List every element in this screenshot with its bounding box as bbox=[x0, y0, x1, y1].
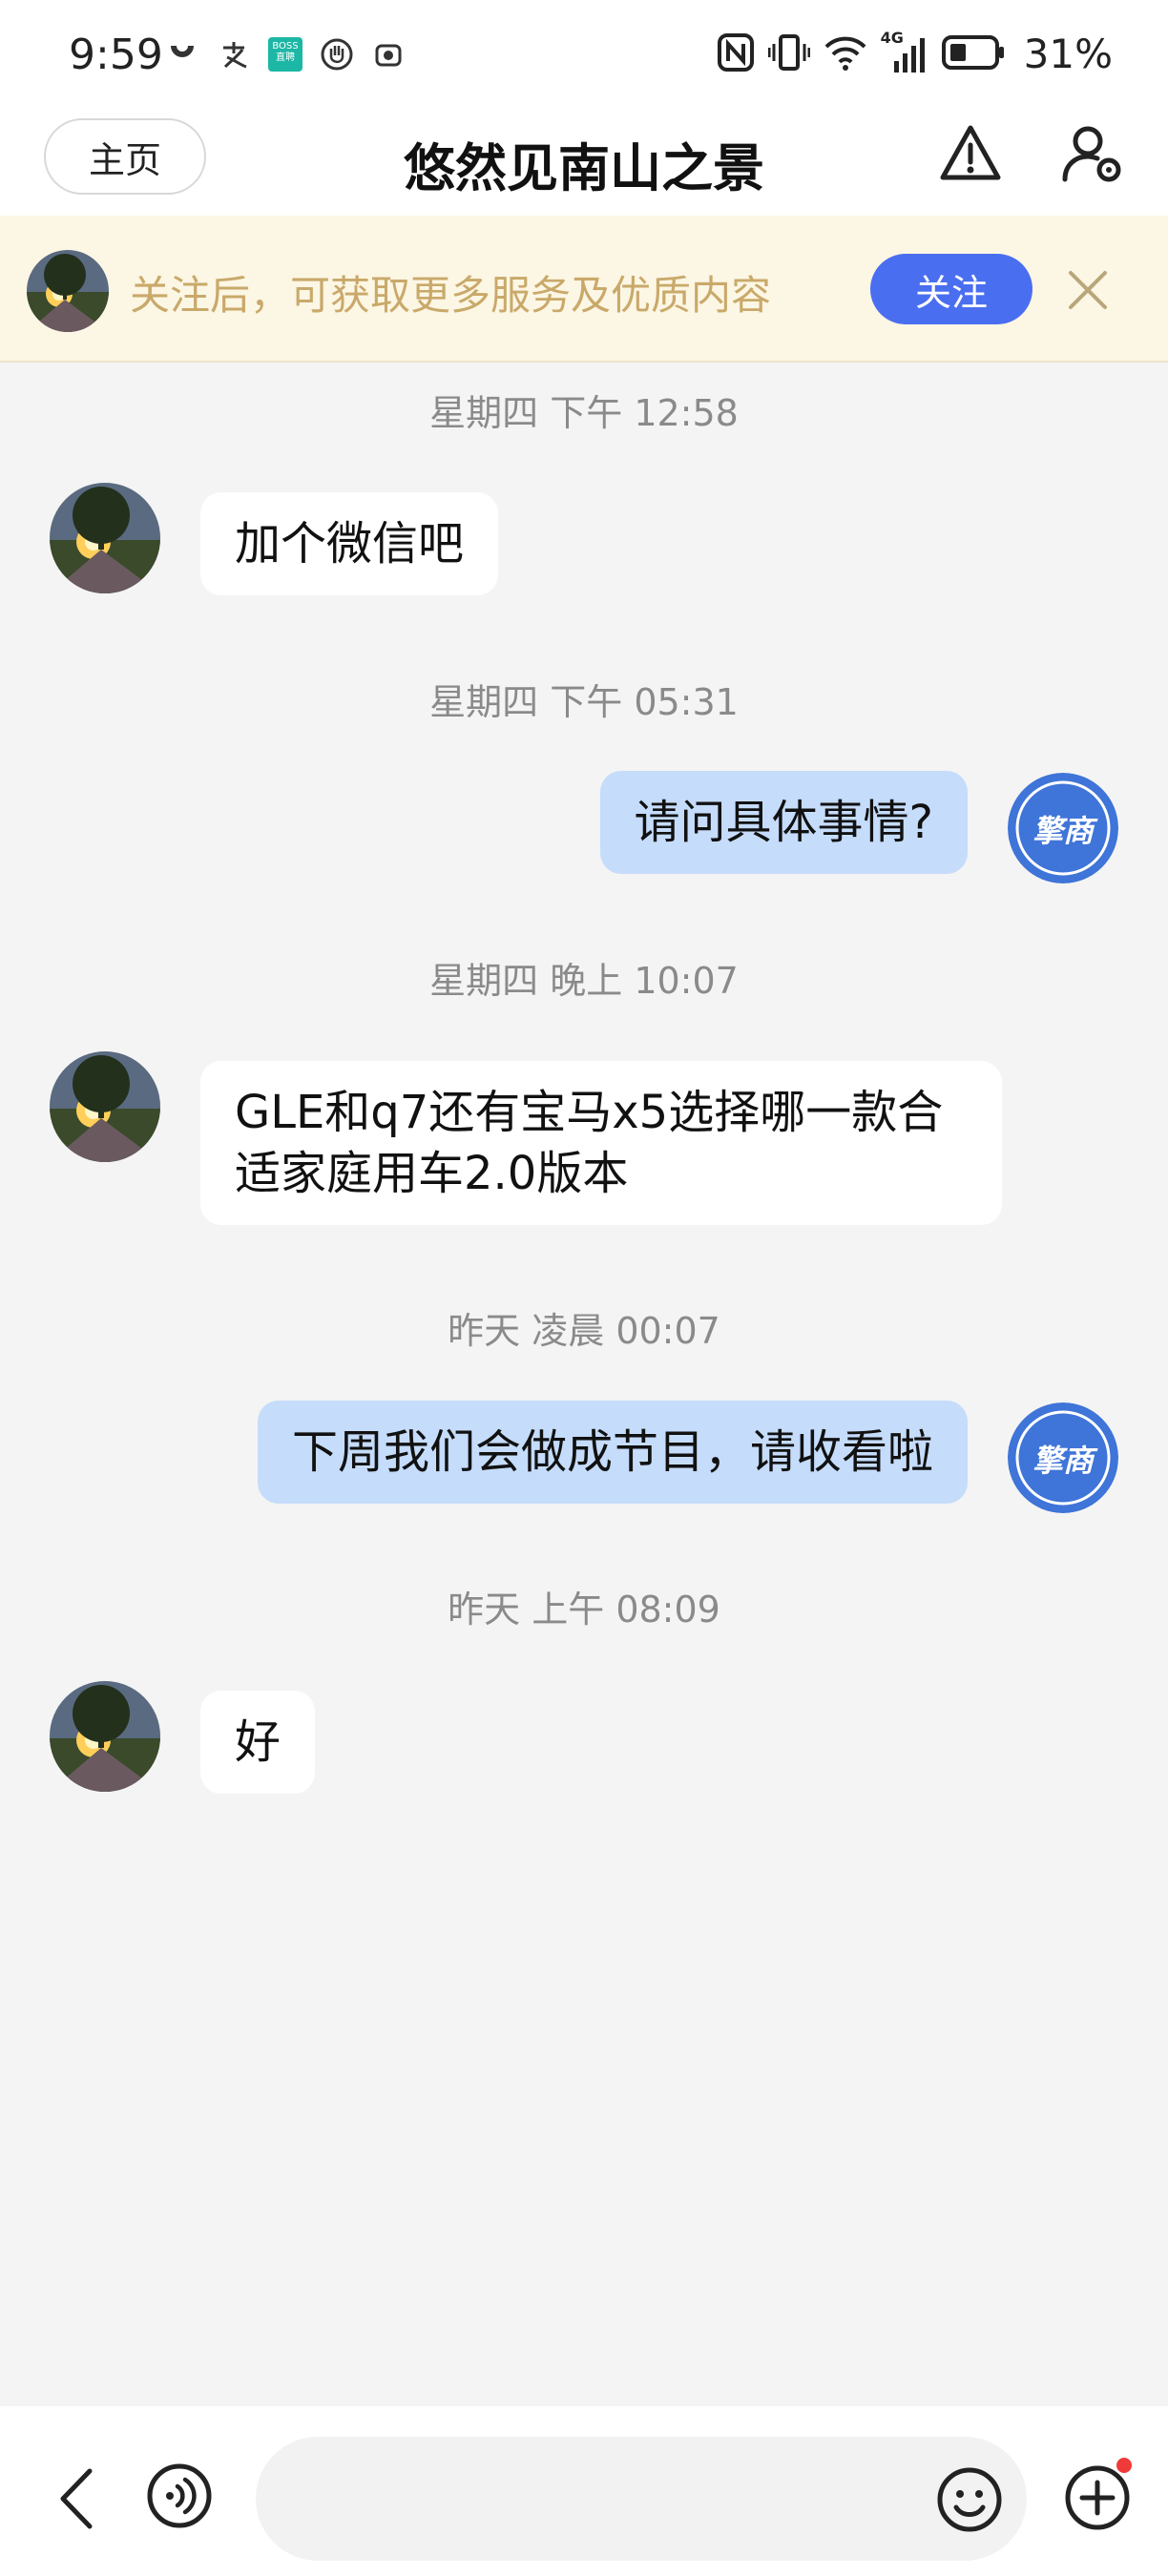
message-bubble-outgoing[interactable]: 下周我们会做成节目，请收看啦 bbox=[257, 1401, 968, 1504]
message-timestamp: 昨天 上午 08:09 bbox=[448, 1589, 720, 1631]
boss-zhipin-icon: BOSS直聘 bbox=[267, 36, 303, 73]
message-line: GLE和q7还有宝马x5选择哪一款合 bbox=[235, 1086, 944, 1139]
follow-banner: 关注后，可获取更多服务及优质内容 关注 bbox=[0, 216, 1168, 363]
my-avatar[interactable]: 擎商 bbox=[1008, 773, 1118, 883]
status-system-icons: 4G 31% bbox=[717, 29, 1113, 77]
report-warning-icon[interactable] bbox=[939, 122, 1002, 185]
my-avatar-label: 擎商 bbox=[1032, 1443, 1094, 1479]
nfc-icon bbox=[717, 32, 755, 76]
my-avatar[interactable]: 擎商 bbox=[1008, 1402, 1118, 1513]
follow-banner-text: 关注后，可获取更多服务及优质内容 bbox=[130, 272, 772, 319]
wifi-icon bbox=[824, 33, 867, 75]
emoji-icon[interactable] bbox=[935, 2465, 1004, 2534]
message-input[interactable] bbox=[256, 2437, 1027, 2561]
message-line: 适家庭用车2.0版本 bbox=[235, 1147, 629, 1200]
status-time: 9:59 bbox=[69, 31, 163, 79]
unread-dot bbox=[1116, 2458, 1132, 2473]
battery-icon bbox=[941, 34, 1005, 74]
hand-icon bbox=[319, 36, 355, 73]
close-icon[interactable] bbox=[1063, 265, 1113, 315]
message-bubble-incoming[interactable]: 好 bbox=[200, 1691, 316, 1794]
account-avatar[interactable] bbox=[27, 250, 109, 332]
camera-icon bbox=[370, 36, 407, 73]
status-bar: 9:59 BOSS直聘 4G 31% bbox=[0, 0, 1168, 113]
user-settings-icon[interactable] bbox=[1061, 122, 1124, 185]
message-timestamp: 昨天 凌晨 00:07 bbox=[448, 1310, 720, 1352]
message-timestamp: 星期四 晚上 10:07 bbox=[429, 960, 739, 1002]
input-bar bbox=[0, 2406, 1168, 2576]
signal-4g-icon: 4G bbox=[881, 29, 928, 74]
nav-bar: 主页 悠然见南山之景 bbox=[0, 113, 1168, 216]
sender-avatar[interactable] bbox=[50, 1681, 160, 1792]
vibrate-icon bbox=[767, 32, 811, 76]
sender-avatar[interactable] bbox=[50, 1051, 160, 1162]
my-avatar-label: 擎商 bbox=[1032, 813, 1094, 849]
message-bubble-incoming[interactable]: 加个微信吧 bbox=[200, 492, 499, 595]
message-bubble-incoming[interactable]: GLE和q7还有宝马x5选择哪一款合 适家庭用车2.0版本 bbox=[200, 1061, 1002, 1225]
message-bubble-outgoing[interactable]: 请问具体事情? bbox=[599, 771, 968, 874]
message-timestamp: 星期四 下午 12:58 bbox=[429, 392, 739, 434]
battery-percent: 31% bbox=[1023, 31, 1113, 77]
back-icon[interactable] bbox=[50, 2465, 103, 2532]
message-timestamp: 星期四 下午 05:31 bbox=[429, 681, 739, 723]
follow-button[interactable]: 关注 bbox=[870, 254, 1032, 324]
status-app-icons: BOSS直聘 bbox=[164, 36, 407, 73]
voice-input-icon[interactable] bbox=[145, 2462, 214, 2530]
didi-icon bbox=[164, 36, 200, 73]
sender-avatar[interactable] bbox=[50, 483, 160, 593]
alipay-icon bbox=[216, 36, 252, 73]
add-more-icon[interactable] bbox=[1063, 2463, 1132, 2532]
